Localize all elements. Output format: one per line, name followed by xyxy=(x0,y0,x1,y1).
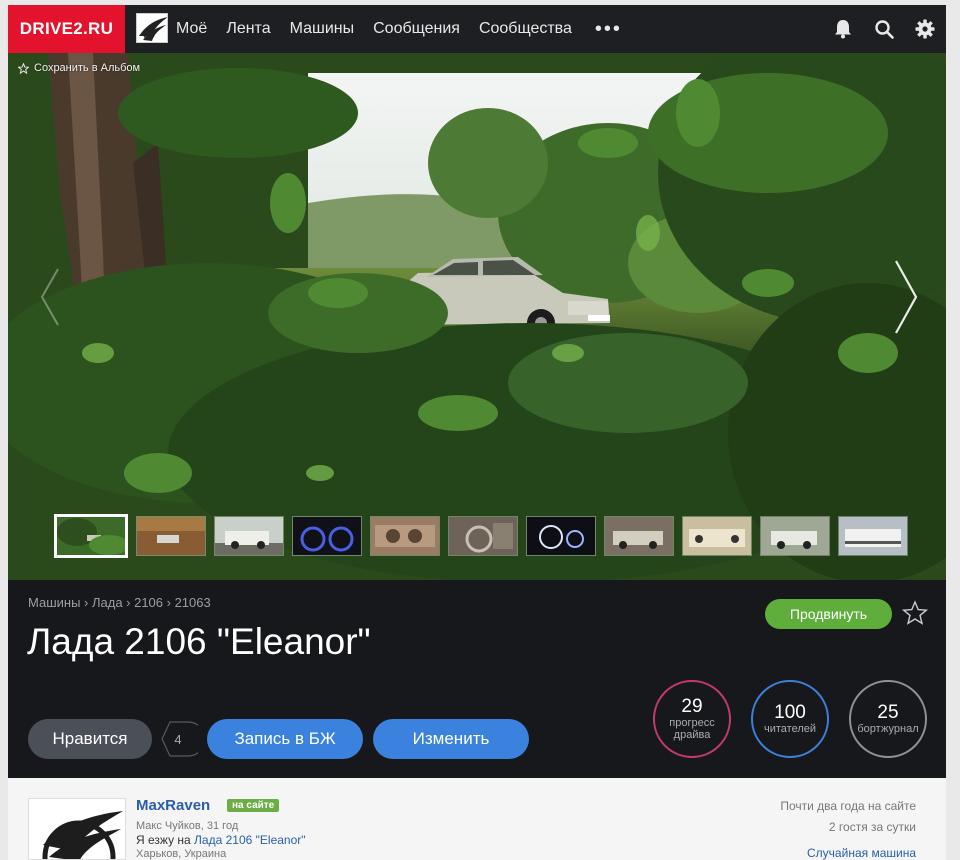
logbook-value: 25 xyxy=(877,702,899,723)
car-in-forest-photo xyxy=(8,53,946,580)
logbook-stat[interactable]: 25 бортжурнал xyxy=(849,680,927,758)
nav-item-feed[interactable]: Лента xyxy=(226,20,270,38)
owner-meta: Макс Чуйков, 31 год xyxy=(136,820,239,832)
nav-item-mine[interactable]: Моё xyxy=(176,20,207,38)
owner-card: MaxRaven на сайте Макс Чуйков, 31 год Я … xyxy=(8,778,946,860)
gear-icon[interactable] xyxy=(913,17,936,40)
nav-item-cars[interactable]: Машины xyxy=(290,20,355,38)
drive-progress-label-2: драйва xyxy=(673,729,711,741)
header-actions xyxy=(831,17,936,40)
like-button[interactable]: Нравится xyxy=(28,719,152,759)
member-duration: Почти два года на сайте xyxy=(780,799,916,813)
thumbnail[interactable] xyxy=(448,516,518,556)
thumbnail[interactable] xyxy=(214,516,284,556)
owner-drives-prefix: Я езжу на xyxy=(136,833,195,847)
thumbnail[interactable] xyxy=(838,516,908,556)
next-photo-arrow-icon[interactable] xyxy=(884,257,928,337)
thumbnail[interactable] xyxy=(526,516,596,556)
like-count-value: 4 xyxy=(174,731,182,747)
owner-car-link[interactable]: Лада 2106 "Eleanor" xyxy=(194,833,305,847)
user-avatar[interactable] xyxy=(136,13,168,43)
thumbnail[interactable] xyxy=(760,516,830,556)
drive-progress-value: 29 xyxy=(681,696,703,717)
thumbnail[interactable] xyxy=(370,516,440,556)
readers-stat[interactable]: 100 читателей xyxy=(751,680,829,758)
owner-location: Харьков, Украина xyxy=(136,848,227,860)
favorite-star-icon[interactable] xyxy=(901,600,929,626)
more-menu-button[interactable]: ••• xyxy=(595,19,622,39)
main-nav: Моё Лента Машины Сообщения Сообщества ••… xyxy=(176,5,622,53)
edit-button[interactable]: Изменить xyxy=(373,719,529,759)
online-status-badge: на сайте xyxy=(227,799,280,812)
thumbnail[interactable] xyxy=(54,514,128,558)
car-info-panel: Машины › Лада › 2106 › 21063 Лада 2106 "… xyxy=(8,580,946,778)
star-outline-icon xyxy=(18,62,29,74)
bell-icon[interactable] xyxy=(831,17,854,40)
nav-item-communities[interactable]: Сообщества xyxy=(479,20,572,38)
thumbnail[interactable] xyxy=(136,516,206,556)
drive-progress-stat[interactable]: 29 прогресс драйва xyxy=(653,680,731,758)
readers-value: 100 xyxy=(774,702,806,723)
logbook-entry-button[interactable]: Запись в БЖ xyxy=(207,719,363,759)
like-count[interactable]: 4 xyxy=(158,719,198,759)
save-to-album-button[interactable]: Сохранить в Альбом xyxy=(18,62,140,74)
guests-per-day: 2 гостя за сутки xyxy=(828,820,916,834)
owner-drives: Я езжу на Лада 2106 "Eleanor" xyxy=(136,833,306,847)
site-logo[interactable]: DRIVE2.RU xyxy=(8,5,125,53)
save-to-album-label: Сохранить в Альбом xyxy=(34,62,141,74)
owner-avatar[interactable] xyxy=(28,798,126,860)
previous-photo-arrow-icon[interactable] xyxy=(28,257,72,337)
random-car-link[interactable]: Случайная машина xyxy=(807,846,916,860)
nav-item-messages[interactable]: Сообщения xyxy=(373,20,460,38)
logbook-label: бортжурнал xyxy=(857,723,919,735)
page-title: Лада 2106 "Eleanor" xyxy=(27,621,371,662)
breadcrumb[interactable]: Машины › Лада › 2106 › 21063 xyxy=(28,595,211,610)
readers-label: читателей xyxy=(763,723,816,735)
drive-progress-label-1: прогресс xyxy=(669,717,715,729)
search-icon[interactable] xyxy=(872,17,895,40)
thumbnail[interactable] xyxy=(682,516,752,556)
main-photo[interactable]: Сохранить в Альбом xyxy=(8,53,946,580)
owner-name-link[interactable]: MaxRaven xyxy=(136,797,210,814)
thumbnail[interactable] xyxy=(604,516,674,556)
thumbnail[interactable] xyxy=(292,516,362,556)
top-navigation-bar: DRIVE2.RU Моё Лента Машины Сообщения Соо… xyxy=(8,5,946,53)
thumbnail-strip xyxy=(54,514,908,558)
promote-button[interactable]: Продвинуть xyxy=(765,599,892,629)
